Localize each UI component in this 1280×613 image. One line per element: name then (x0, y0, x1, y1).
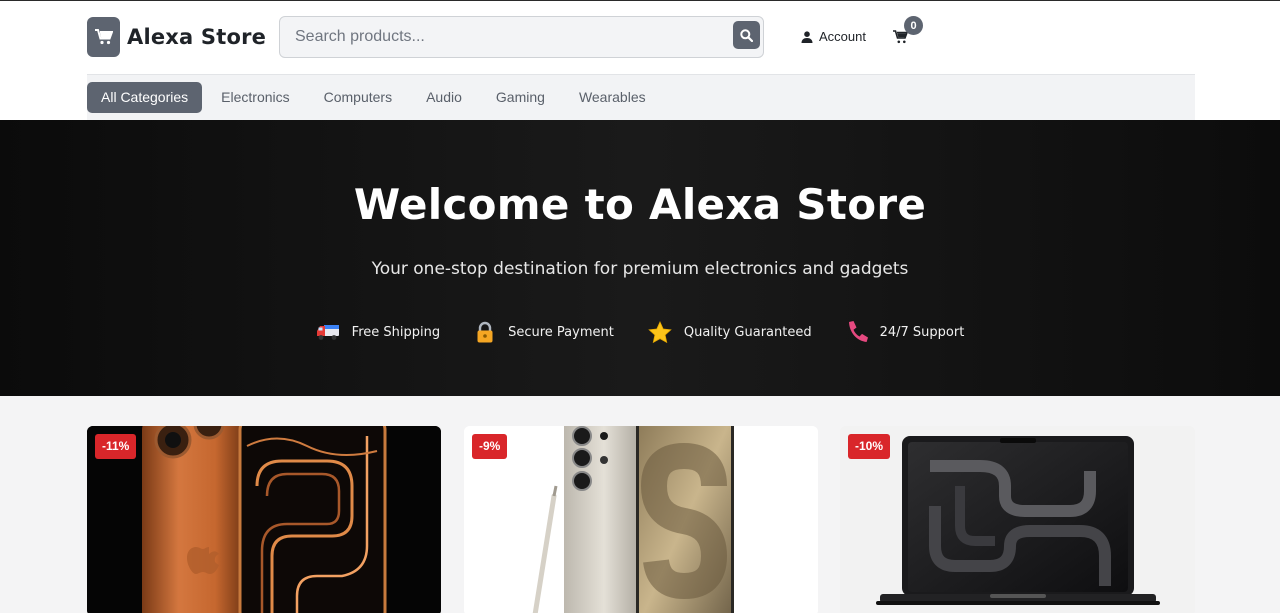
category-electronics[interactable]: Electronics (204, 82, 306, 113)
hero-title: Welcome to Alexa Store (353, 180, 927, 229)
cart-icon (87, 17, 120, 57)
store-name: Alexa Store (127, 25, 267, 49)
discount-badge: -10% (848, 434, 891, 459)
feature-list: Free Shipping Secure Payment Quality Gua… (0, 320, 1280, 344)
search-button[interactable] (733, 21, 760, 49)
category-all[interactable]: All Categories (87, 82, 203, 113)
product-grid: -11% -9% -10% (87, 426, 1195, 613)
discount-badge: -9% (472, 434, 508, 459)
product-card[interactable]: -10% (840, 426, 1195, 613)
silver-smartphone-with-stylus-image (464, 426, 818, 613)
cart-count-badge: 0 (904, 16, 923, 35)
category-gaming[interactable]: Gaming (479, 82, 562, 113)
account-link[interactable]: Account (801, 29, 866, 44)
discount-badge: -11% (95, 434, 137, 459)
category-wearables[interactable]: Wearables (562, 82, 663, 113)
feature-label: Secure Payment (508, 324, 614, 340)
category-nav: All Categories Electronics Computers Aud… (87, 74, 1195, 120)
feature-quality-guaranteed: Quality Guaranteed (648, 320, 812, 344)
user-icon (801, 30, 813, 43)
feature-label: Free Shipping (351, 324, 441, 340)
feature-secure-payment: Secure Payment (474, 320, 614, 344)
search-input[interactable] (280, 17, 720, 57)
hero-banner: Welcome to Alexa Store Your one-stop des… (0, 120, 1280, 396)
feature-support: 24/7 Support (846, 320, 965, 344)
search-bar (279, 16, 764, 58)
star-icon (648, 320, 672, 343)
product-card[interactable]: -11% (87, 426, 441, 613)
orange-smartphone-image (87, 426, 441, 613)
feature-label: 24/7 Support (879, 324, 965, 340)
feature-free-shipping: Free Shipping (316, 320, 440, 344)
lock-icon (477, 321, 493, 343)
product-card[interactable]: -9% (464, 426, 818, 613)
truck-icon (316, 325, 339, 340)
category-audio[interactable]: Audio (409, 82, 479, 113)
store-logo[interactable]: Alexa Store (87, 17, 266, 57)
feature-label: Quality Guaranteed (683, 324, 812, 340)
site-header: Alexa Store Account 0 All Categories Ele… (0, 1, 1280, 120)
account-label: Account (819, 29, 866, 44)
black-laptop-image (840, 426, 1195, 613)
search-icon (740, 28, 753, 42)
category-computers[interactable]: Computers (307, 82, 409, 113)
hero-subtitle: Your one-stop destination for premium el… (371, 259, 909, 279)
phone-icon (848, 321, 868, 342)
